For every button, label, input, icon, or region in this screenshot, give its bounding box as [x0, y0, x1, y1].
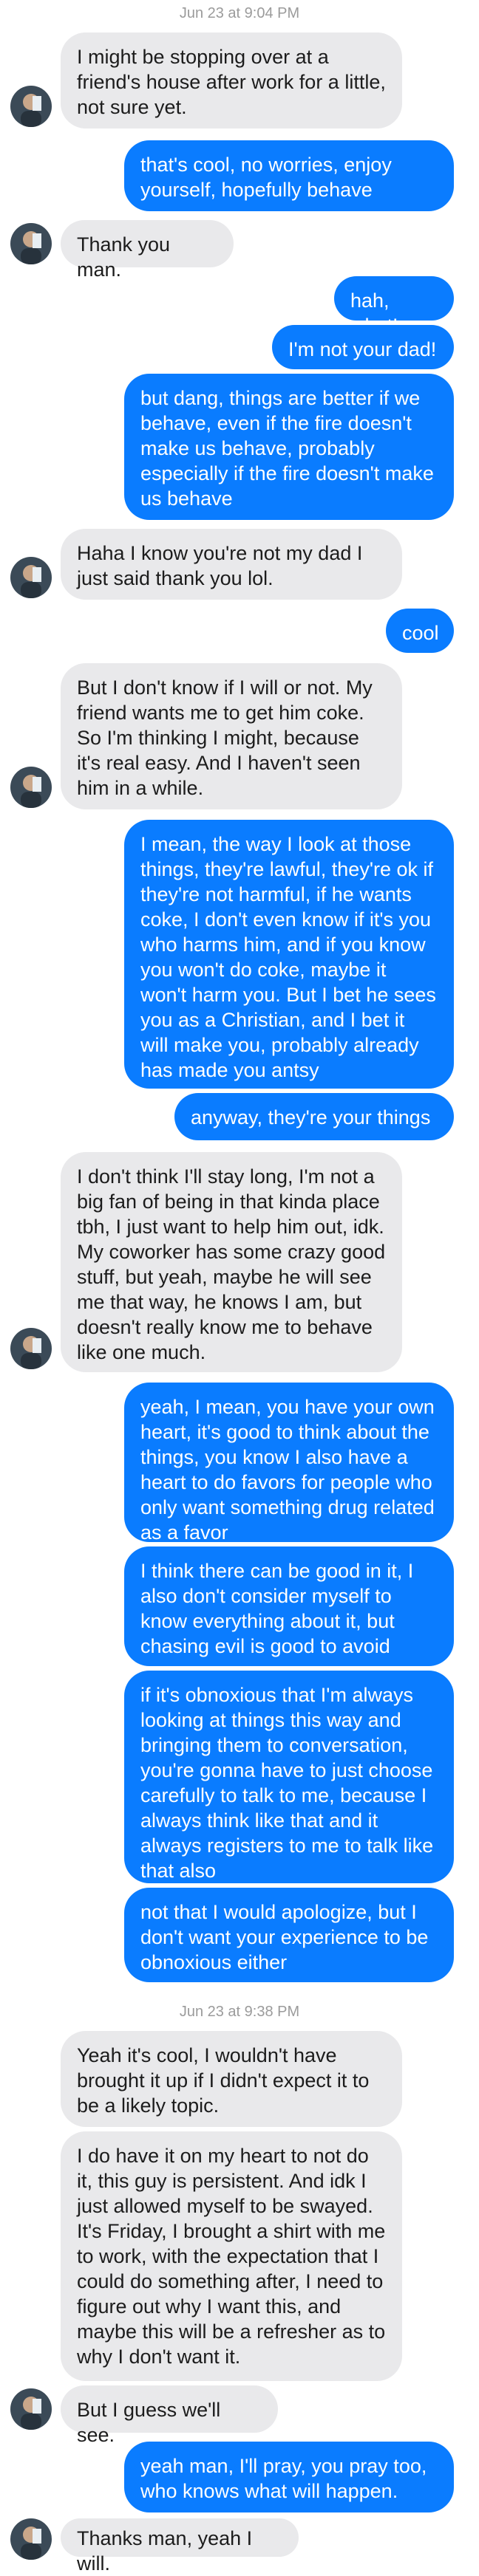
incoming-message-bubble[interactable]: Thank you man. — [61, 220, 234, 281]
outgoing-message-bubble[interactable]: I'm not your dad! — [272, 325, 454, 369]
outgoing-message-bubble[interactable]: cool — [386, 609, 454, 653]
incoming-message-bubble[interactable]: I don't think I'll stay long, I'm not a … — [61, 1152, 402, 1372]
contact-avatar[interactable] — [10, 767, 52, 808]
incoming-message-bubble[interactable]: Thanks man, yeah I will. — [61, 2518, 299, 2575]
avatar-photo-icon — [10, 86, 52, 127]
contact-avatar[interactable] — [10, 86, 52, 127]
incoming-message-bubble[interactable]: But I don't know if I will or not. My fr… — [61, 663, 402, 809]
contact-avatar[interactable] — [10, 1328, 52, 1369]
outgoing-message-bubble[interactable]: hah, what! — [334, 276, 454, 337]
outgoing-message-bubble[interactable]: yeah man, I'll pray, you pray too, who k… — [124, 2442, 454, 2512]
timestamp: Jun 23 at 9:04 PM — [179, 5, 300, 21]
avatar-photo-icon — [10, 223, 52, 264]
outgoing-message-bubble[interactable]: anyway, they're your things — [174, 1093, 454, 1140]
contact-avatar[interactable] — [10, 223, 52, 264]
outgoing-message-bubble[interactable]: I mean, the way I look at those things, … — [124, 820, 454, 1089]
contact-avatar[interactable] — [10, 557, 52, 598]
outgoing-message-bubble[interactable]: if it's obnoxious that I'm always lookin… — [124, 1671, 454, 1883]
avatar-photo-icon — [10, 767, 52, 808]
timestamp: Jun 23 at 9:38 PM — [179, 2004, 300, 2020]
incoming-message-bubble[interactable]: But I guess we'll see. — [61, 2385, 278, 2446]
avatar-photo-icon — [10, 2518, 52, 2560]
contact-avatar[interactable] — [10, 2388, 52, 2430]
avatar-photo-icon — [10, 557, 52, 598]
incoming-message-bubble[interactable]: I do have it on my heart to not do it, t… — [61, 2131, 402, 2381]
outgoing-message-bubble[interactable]: that's cool, no worries, enjoy yourself,… — [124, 140, 454, 211]
avatar-photo-icon — [10, 2388, 52, 2430]
outgoing-message-bubble[interactable]: yeah, I mean, you have your own heart, i… — [124, 1383, 454, 1544]
outgoing-message-bubble[interactable]: but dang, things are better if we behave… — [124, 374, 454, 520]
outgoing-message-bubble[interactable]: not that I would apologize, but I don't … — [124, 1888, 454, 1982]
outgoing-message-bubble[interactable]: I think there can be good in it, I also … — [124, 1546, 454, 1666]
incoming-message-bubble[interactable]: I might be stopping over at a friend's h… — [61, 32, 402, 129]
avatar-photo-icon — [10, 1328, 52, 1369]
contact-avatar[interactable] — [10, 2518, 52, 2560]
incoming-message-bubble[interactable]: Haha I know you're not my dad I just sai… — [61, 529, 402, 600]
incoming-message-bubble[interactable]: Yeah it's cool, I wouldn't have brought … — [61, 2031, 402, 2127]
